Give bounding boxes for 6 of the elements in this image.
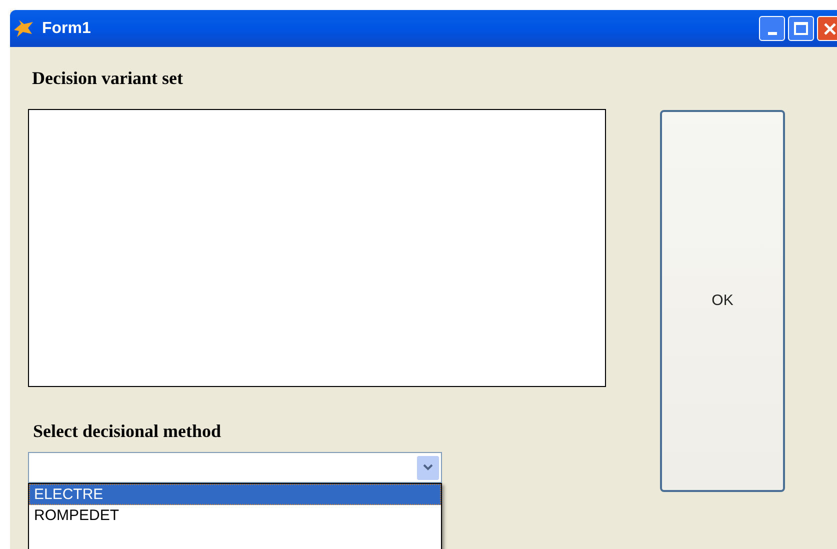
dropdown-option[interactable]: ELECTRE [29, 484, 441, 505]
dropdown-option[interactable]: ROMPEDET [29, 505, 441, 526]
ok-button[interactable]: OK [660, 110, 785, 492]
window-title: Form1 [42, 18, 91, 38]
variant-set-label: Decision variant set [32, 67, 184, 89]
method-label: Select decisional method [33, 420, 222, 442]
